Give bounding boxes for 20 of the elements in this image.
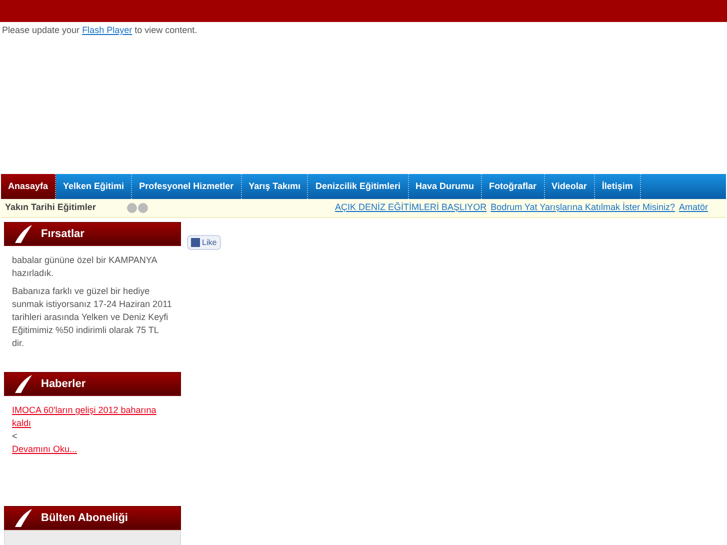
offer-paragraph: Babanıza farklı ve güzel bir hediye sunmak istiyorsanız 17-24 Haziran 2011 tarihleri arasında Yelken ve Deniz Keyfi Eğitimimiz %50 indirimli olarak 75 TL dir. bbox=[12, 285, 173, 350]
box-title: Haberler bbox=[41, 376, 86, 392]
box-title: Fırsatlar bbox=[41, 226, 84, 242]
sail-icon bbox=[13, 375, 33, 393]
sail-icon bbox=[13, 509, 33, 527]
flash-notice: Please update your Flash Player to view content. bbox=[1, 24, 198, 37]
like-button[interactable]: Like bbox=[187, 235, 221, 250]
box-title: Bülten Aboneliği bbox=[41, 510, 128, 526]
facebook-icon bbox=[191, 238, 200, 247]
ticker-link[interactable]: Amatör bbox=[678, 201, 708, 215]
flash-player-link[interactable]: Flash Player bbox=[82, 25, 132, 35]
news-link[interactable]: IMOCA 60'ların gelişi 2012 baharına kaldı bbox=[12, 404, 173, 430]
ticker-label: Yakın Tarihi Eğitimler bbox=[5, 201, 97, 214]
offer-paragraph: babalar gününe özel bir KAMPANYA hazırladık. bbox=[12, 254, 158, 280]
read-more-link[interactable]: Devamını Oku... bbox=[12, 444, 78, 454]
sail-icon bbox=[13, 225, 33, 243]
ticker-link[interactable]: Bodrum Yat Yarışlarına Katılmak İster Misiniz? bbox=[490, 201, 675, 215]
nav-tab[interactable]: Anasayfa bbox=[1, 174, 56, 199]
ticker-link[interactable]: AÇIK DENİZ EĞİTİMLERİ BAŞLIYOR bbox=[335, 201, 487, 215]
separator-text: < bbox=[12, 430, 18, 442]
